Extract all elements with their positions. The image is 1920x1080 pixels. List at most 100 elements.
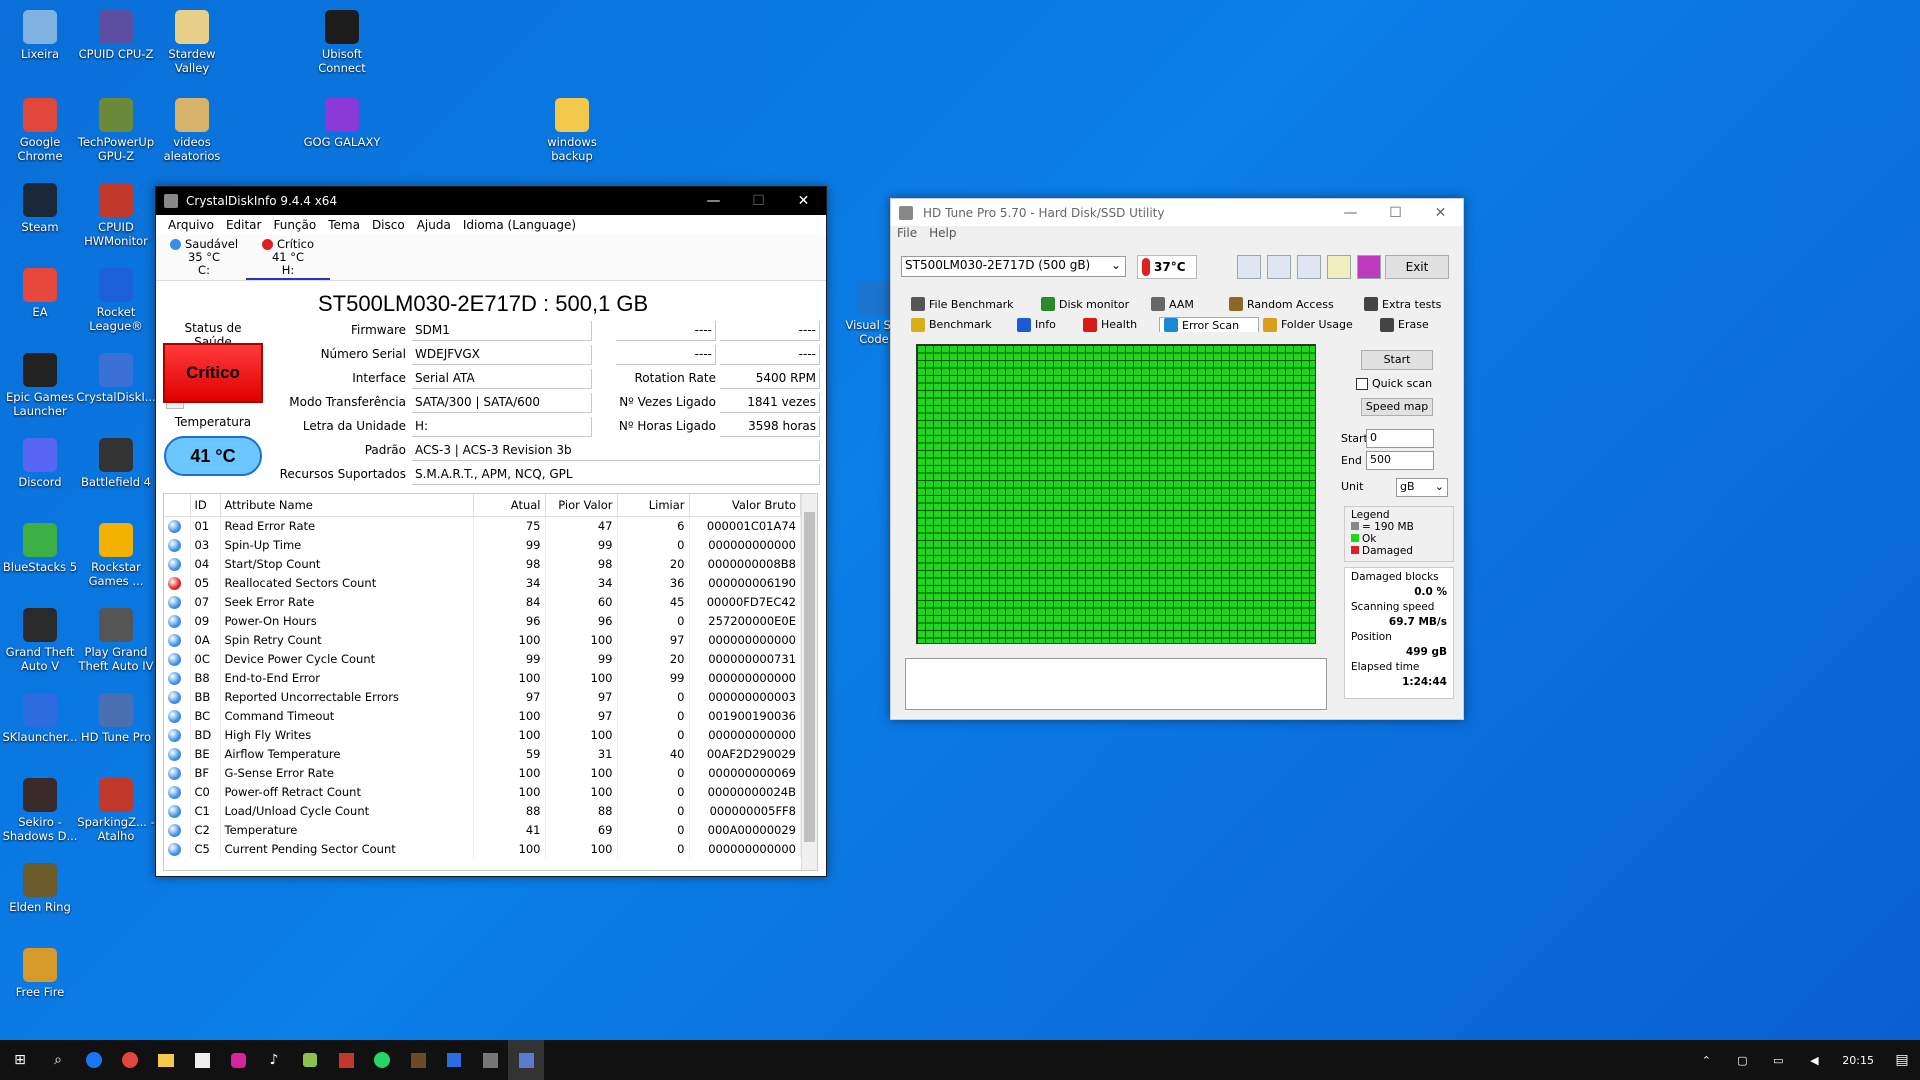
close-button[interactable]: ✕ bbox=[1418, 205, 1463, 221]
store-icon[interactable] bbox=[184, 1040, 220, 1080]
chevron-up-icon[interactable]: ⌃ bbox=[1688, 1040, 1724, 1080]
sklauncher-icon[interactable] bbox=[436, 1040, 472, 1080]
column-header-raw[interactable]: Valor Bruto bbox=[689, 494, 801, 517]
facebook-icon[interactable] bbox=[76, 1040, 112, 1080]
column-header-threshold[interactable]: Limiar bbox=[617, 494, 690, 517]
copy-text-icon[interactable] bbox=[1237, 255, 1261, 279]
hdtune-icon[interactable] bbox=[472, 1040, 508, 1080]
options-icon[interactable] bbox=[1327, 255, 1351, 279]
screenshot-icon[interactable] bbox=[1297, 255, 1321, 279]
chrome-icon[interactable] bbox=[112, 1040, 148, 1080]
column-header-current[interactable]: Atual bbox=[473, 494, 546, 517]
speed-map-button[interactable]: Speed map bbox=[1361, 398, 1433, 416]
title-bar[interactable]: HD Tune Pro 5.70 - Hard Disk/SSD Utility… bbox=[891, 199, 1463, 226]
desktop-icon[interactable]: videos aleatorios bbox=[152, 92, 232, 163]
table-row[interactable]: BE Airflow Temperature 59 31 40 00AF2D290029 bbox=[164, 744, 801, 763]
clock[interactable]: 20:15 bbox=[1832, 1054, 1884, 1067]
tab-disk-monitor[interactable]: Disk monitor bbox=[1037, 297, 1147, 311]
tab-erase[interactable]: Erase bbox=[1376, 317, 1446, 332]
volume-icon[interactable]: ◀︎ bbox=[1796, 1040, 1832, 1080]
desktop-icon[interactable]: Battlefield 4 bbox=[76, 432, 156, 489]
instagram-icon[interactable] bbox=[220, 1040, 256, 1080]
desktop-icon[interactable]: Epic Games Launcher bbox=[0, 347, 80, 418]
tab-aam[interactable]: AAM bbox=[1147, 297, 1225, 311]
desktop-icon[interactable]: Lixeira bbox=[0, 4, 80, 61]
desktop-icon[interactable]: Ubisoft Connect bbox=[302, 4, 382, 75]
camera-icon[interactable]: ▢ bbox=[1724, 1040, 1760, 1080]
temperature-badge[interactable]: 41 °C bbox=[164, 436, 262, 476]
table-row[interactable]: 03 Spin-Up Time 99 99 0 000000000000 bbox=[164, 535, 801, 554]
android-icon[interactable] bbox=[292, 1040, 328, 1080]
desktop-icon[interactable]: Stardew Valley bbox=[152, 4, 232, 75]
file-explorer-icon[interactable] bbox=[148, 1040, 184, 1080]
table-row[interactable]: C1 Load/Unload Cycle Count 88 88 0 000000005F… bbox=[164, 801, 801, 820]
table-row[interactable]: 04 Start/Stop Count 98 98 20 0000000008B8 bbox=[164, 554, 801, 573]
start-button[interactable]: ⊞ bbox=[0, 1040, 40, 1080]
desktop-icon[interactable]: BlueStacks 5 bbox=[0, 517, 80, 574]
desktop-icon[interactable]: HD Tune Pro bbox=[76, 687, 156, 744]
minimize-button[interactable]: — bbox=[1328, 205, 1373, 221]
table-row[interactable]: 01 Read Error Rate 75 47 6 000001C01A74 bbox=[164, 516, 801, 535]
tab-file-benchmark[interactable]: File Benchmark bbox=[907, 297, 1037, 311]
table-row[interactable]: C2 Temperature 41 69 0 000A00000029 bbox=[164, 820, 801, 839]
drive-c-button[interactable]: Saudável 35 °C C: bbox=[162, 235, 246, 280]
maximize-button[interactable]: ☐ bbox=[736, 193, 781, 209]
tiktok-icon[interactable]: ♪ bbox=[256, 1040, 292, 1080]
crystaldisk-icon[interactable] bbox=[508, 1040, 544, 1080]
start-input[interactable]: 0 bbox=[1366, 429, 1434, 448]
table-row[interactable]: BB Reported Uncorrectable Errors 97 97 0 0000… bbox=[164, 687, 801, 706]
network-icon[interactable]: ▭ bbox=[1760, 1040, 1796, 1080]
table-row[interactable]: 07 Seek Error Rate 84 60 45 00000FD7EC42 bbox=[164, 592, 801, 611]
hwmonitor-icon[interactable] bbox=[328, 1040, 364, 1080]
vertical-scrollbar[interactable] bbox=[801, 494, 817, 870]
desktop-icon[interactable]: EA bbox=[0, 262, 80, 319]
quick-scan-option[interactable]: Quick scan bbox=[1356, 377, 1432, 390]
download-icon[interactable] bbox=[1357, 255, 1381, 279]
exit-button[interactable]: Exit bbox=[1385, 255, 1449, 279]
desktop-icon[interactable]: CrystalDiskI... bbox=[76, 347, 156, 404]
menu-item[interactable]: Ajuda bbox=[411, 218, 457, 232]
minecraft-icon[interactable] bbox=[400, 1040, 436, 1080]
copy-info-icon[interactable] bbox=[1267, 255, 1291, 279]
desktop-icon[interactable]: Google Chrome bbox=[0, 92, 80, 163]
start-button[interactable]: Start bbox=[1361, 350, 1433, 370]
menu-help[interactable]: Help bbox=[929, 226, 956, 244]
tab-random-access[interactable]: Random Access bbox=[1225, 297, 1360, 311]
menu-item[interactable]: Disco bbox=[366, 218, 411, 232]
tab-benchmark[interactable]: Benchmark bbox=[907, 317, 1013, 332]
scroll-thumb[interactable] bbox=[804, 512, 815, 842]
column-header-attribute[interactable]: Attribute Name bbox=[220, 494, 474, 517]
maximize-button[interactable]: ☐ bbox=[1373, 205, 1418, 221]
table-row[interactable]: C5 Current Pending Sector Count 100 100 0 000… bbox=[164, 839, 801, 858]
desktop-icon[interactable]: windows backup bbox=[532, 92, 612, 163]
tab-error-scan[interactable]: Error Scan bbox=[1159, 317, 1259, 332]
whatsapp-icon[interactable] bbox=[364, 1040, 400, 1080]
table-row[interactable]: 05 Reallocated Sectors Count 34 34 36 0000000… bbox=[164, 573, 801, 592]
tab-info[interactable]: Info bbox=[1013, 317, 1079, 332]
end-input[interactable]: 500 bbox=[1366, 451, 1434, 470]
table-row[interactable]: 09 Power-On Hours 96 96 0 257200000E0E bbox=[164, 611, 801, 630]
table-row[interactable]: C0 Power-off Retract Count 100 100 0 00000000… bbox=[164, 782, 801, 801]
table-row[interactable]: BD High Fly Writes 100 100 0 000000000000 bbox=[164, 725, 801, 744]
desktop-icon[interactable]: CPUID CPU-Z bbox=[76, 4, 156, 61]
column-header-worst[interactable]: Pior Valor bbox=[545, 494, 618, 517]
desktop-icon[interactable]: GOG GALAXY bbox=[302, 92, 382, 149]
table-row[interactable]: 0A Spin Retry Count 100 100 97 000000000000 bbox=[164, 630, 801, 649]
menu-item[interactable]: Função bbox=[267, 218, 322, 232]
notification-icon[interactable]: ▤ bbox=[1884, 1040, 1920, 1080]
desktop-icon[interactable]: Play Grand Theft Auto IV bbox=[76, 602, 156, 673]
column-header-id[interactable]: ID bbox=[190, 494, 221, 517]
health-status-badge[interactable]: Crítico bbox=[163, 343, 263, 403]
table-row[interactable]: 0C Device Power Cycle Count 99 99 20 00000000… bbox=[164, 649, 801, 668]
menu-file[interactable]: File bbox=[897, 226, 917, 244]
desktop-icon[interactable]: Elden Ring bbox=[0, 857, 80, 914]
menu-item[interactable]: Editar bbox=[220, 218, 268, 232]
desktop-icon[interactable]: Grand Theft Auto V bbox=[0, 602, 80, 673]
table-row[interactable]: B8 End-to-End Error 100 100 99 000000000000 bbox=[164, 668, 801, 687]
menu-item[interactable]: Arquivo bbox=[162, 218, 220, 232]
desktop-icon[interactable]: Rockstar Games ... bbox=[76, 517, 156, 588]
close-button[interactable]: ✕ bbox=[781, 193, 826, 209]
smart-attributes-table[interactable]: ID Attribute Name Atual Pior Valor Limia… bbox=[163, 493, 818, 871]
desktop-icon[interactable]: SKlauncher... bbox=[0, 687, 80, 744]
menu-item[interactable]: Idioma (Language) bbox=[457, 218, 582, 232]
